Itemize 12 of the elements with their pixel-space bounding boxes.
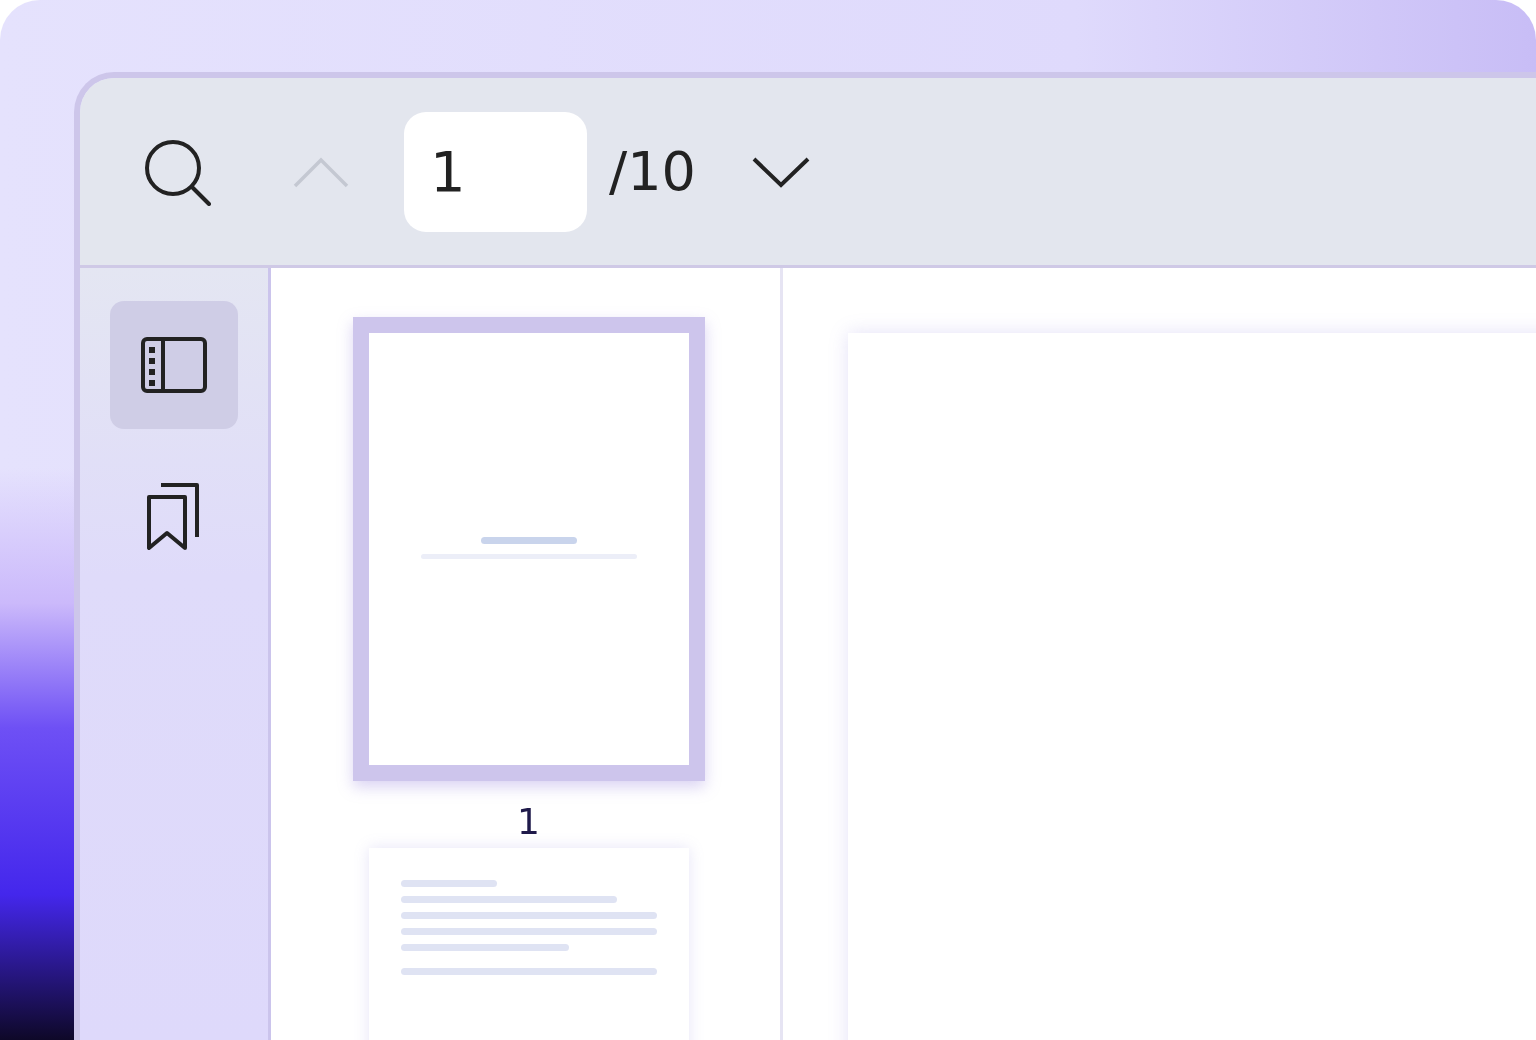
caret-down-icon — [751, 155, 810, 188]
search-button[interactable] — [143, 137, 211, 206]
bookmarks-icon — [147, 483, 201, 551]
search-icon — [143, 137, 211, 206]
thumbnails-button[interactable] — [110, 301, 238, 429]
page-count: /10 — [609, 140, 696, 203]
sidebar-panel-icon — [141, 337, 207, 393]
page-number-field[interactable]: 1 — [404, 111, 587, 232]
caret-up-icon — [293, 155, 349, 188]
page-thumbnail[interactable] — [352, 317, 705, 781]
page-number-label: 1 — [517, 801, 540, 842]
next-page-button[interactable] — [751, 155, 810, 188]
